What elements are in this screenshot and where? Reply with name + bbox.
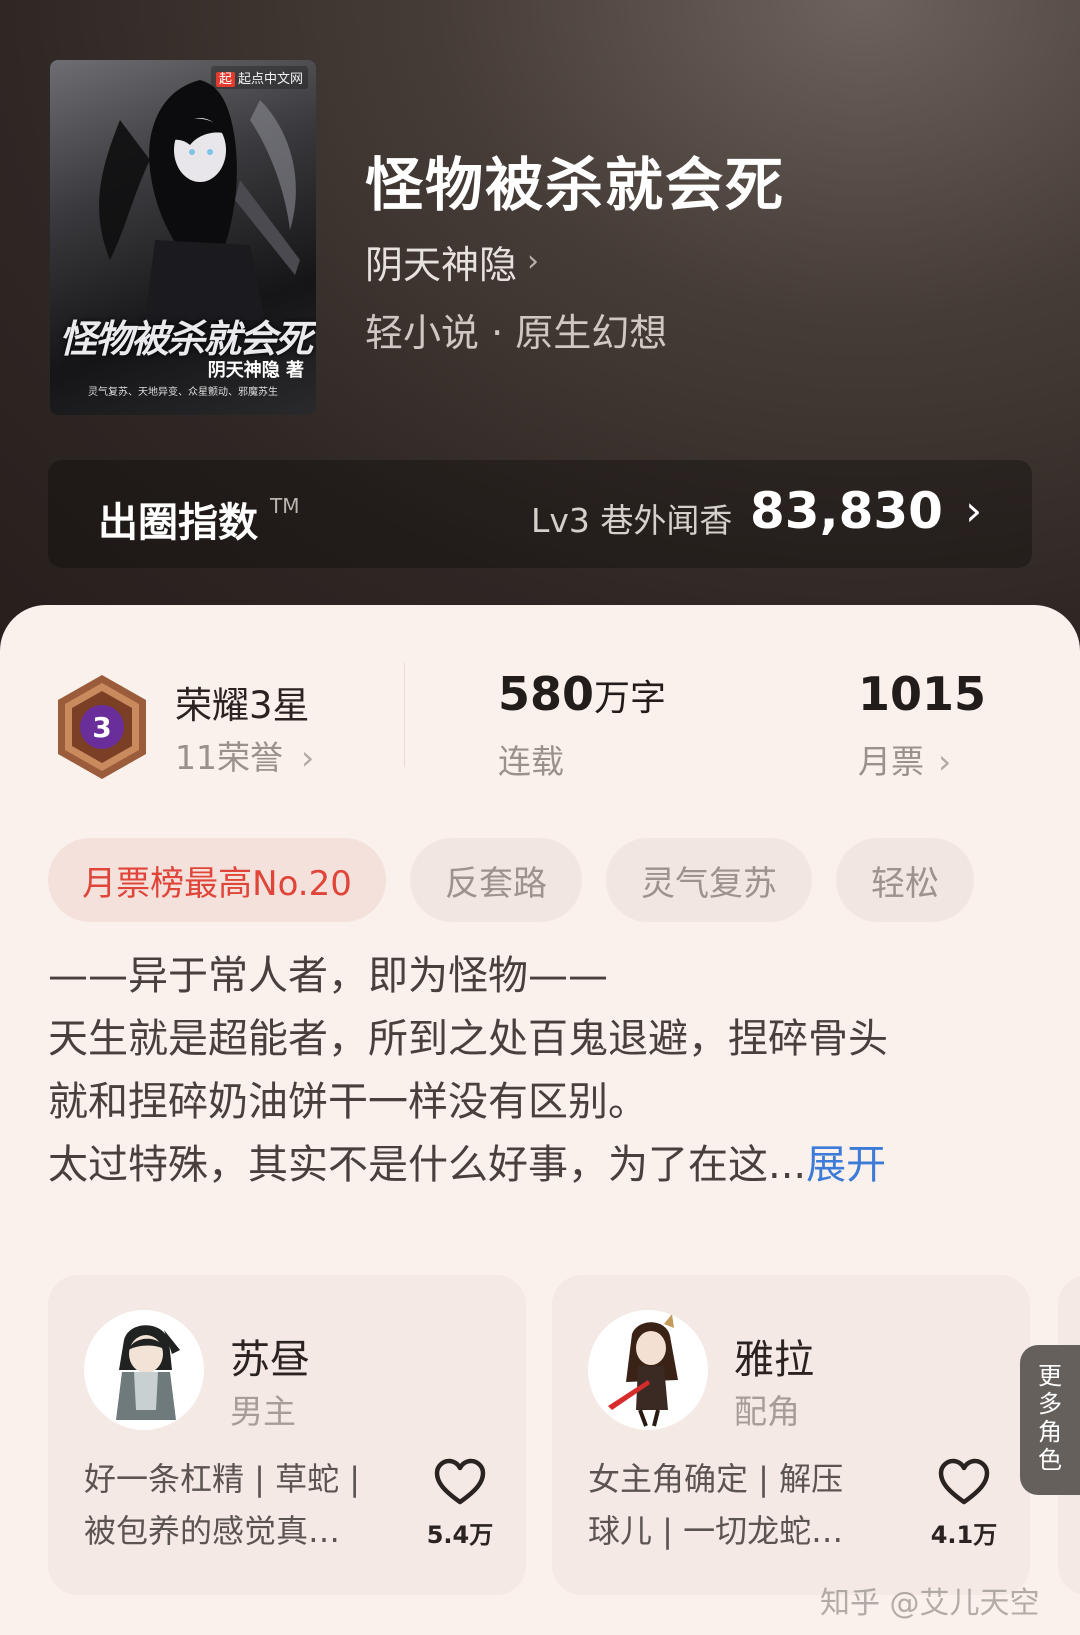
honor-badge-number: 3 bbox=[92, 711, 111, 744]
serial-status: 连载 bbox=[498, 742, 564, 781]
character-avatar bbox=[84, 1310, 204, 1430]
tag-item[interactable]: 灵气复苏 bbox=[606, 838, 812, 922]
book-header: 起起点中文网 怪物被杀就会死 阴天神隐 著 灵气复苏、天地异变、众星颤动、邪魔苏… bbox=[0, 0, 1080, 640]
monthly-votes-label: 月票 › bbox=[858, 742, 952, 781]
influence-index-bar[interactable]: 出圈指数 TM Lv3 巷外闻香 83,830 › bbox=[48, 460, 1032, 568]
watermark: 知乎 @艾儿天空 bbox=[820, 1586, 1040, 1621]
book-title: 怪物被杀就会死 bbox=[365, 151, 786, 219]
description-line: 就和捏碎奶油饼干一样没有区别。 bbox=[48, 1079, 648, 1125]
more-roles-button[interactable]: 更 多 角 色 bbox=[1020, 1345, 1080, 1495]
tag-item[interactable]: 轻松 bbox=[836, 838, 974, 922]
cover-tagline: 灵气复苏、天地异变、众星颤动、邪魔苏生 bbox=[88, 387, 278, 398]
heart-icon[interactable] bbox=[937, 1458, 991, 1506]
description-line: 天生就是超能者，所到之处百鬼退避，捏碎骨头 bbox=[48, 1016, 888, 1062]
chevron-right-icon: › bbox=[965, 486, 982, 535]
honor-count: 11荣誉 › bbox=[175, 738, 315, 777]
character-description: 好一条杠精 | 草蛇 | 被包养的感觉真… bbox=[84, 1460, 361, 1550]
description-line: ——异于常人者，即为怪物—— bbox=[48, 953, 608, 999]
book-detail-sheet: 3 荣耀3星 11荣誉 › 580万字 连载 1015 月票 › 月票榜最高No.2… bbox=[0, 605, 1080, 1635]
character-name: 雅拉 bbox=[734, 1337, 814, 1383]
description-line: 太过特殊，其实不是什么好事，为了在这...展开 bbox=[48, 1142, 887, 1188]
word-count-value: 580万字 bbox=[498, 667, 667, 721]
tag-rank[interactable]: 月票榜最高No.20 bbox=[48, 838, 386, 922]
trademark-mark: TM bbox=[270, 494, 300, 518]
book-cover[interactable]: 起起点中文网 怪物被杀就会死 阴天神隐 著 灵气复苏、天地异变、众星颤动、邪魔苏… bbox=[50, 60, 316, 415]
character-card[interactable]: 雅拉 配角 女主角确定 | 解压 球儿 | 一切龙蛇… 4.1万 bbox=[552, 1275, 1030, 1595]
cover-publisher-badge: 起起点中文网 bbox=[210, 66, 308, 89]
character-avatar bbox=[588, 1310, 708, 1430]
cover-title: 怪物被杀就会死 bbox=[58, 316, 313, 361]
influence-label: 出圈指数 bbox=[98, 500, 258, 546]
influence-level: Lv3 巷外闻香 bbox=[531, 501, 733, 540]
character-likes: 4.1万 bbox=[930, 1521, 998, 1549]
monthly-votes-value: 1015 bbox=[858, 667, 987, 721]
chevron-right-icon: › bbox=[301, 738, 315, 777]
character-role: 男主 bbox=[230, 1392, 296, 1431]
chevron-right-icon: › bbox=[938, 742, 952, 781]
cover-author: 阴天神隐 著 bbox=[207, 360, 304, 381]
character-likes: 5.4万 bbox=[426, 1521, 494, 1549]
author-link[interactable]: 阴天神隐 › bbox=[365, 234, 539, 289]
honor-badge-icon: 3 bbox=[58, 675, 146, 779]
honor-title: 荣耀3星 bbox=[175, 684, 310, 727]
tag-item[interactable]: 反套路 bbox=[410, 838, 582, 922]
expand-link[interactable]: 展开 bbox=[806, 1142, 886, 1188]
chevron-right-icon: › bbox=[527, 244, 540, 279]
character-role: 配角 bbox=[734, 1392, 800, 1431]
influence-value: 83,830 bbox=[750, 482, 943, 540]
character-name: 苏昼 bbox=[230, 1337, 310, 1383]
book-category[interactable]: 轻小说 · 原生幻想 bbox=[365, 302, 667, 357]
stat-divider bbox=[404, 663, 405, 767]
heart-icon[interactable] bbox=[433, 1458, 487, 1506]
character-card[interactable]: 苏昼 男主 好一条杠精 | 草蛇 | 被包养的感觉真… 5.4万 bbox=[48, 1275, 526, 1595]
character-description: 女主角确定 | 解压 球儿 | 一切龙蛇… bbox=[588, 1460, 844, 1550]
book-description[interactable]: ——异于常人者，即为怪物—— 天生就是超能者，所到之处百鬼退避，捏碎骨头 就和捏… bbox=[48, 945, 1008, 1197]
author-name: 阴天神隐 bbox=[365, 243, 518, 287]
